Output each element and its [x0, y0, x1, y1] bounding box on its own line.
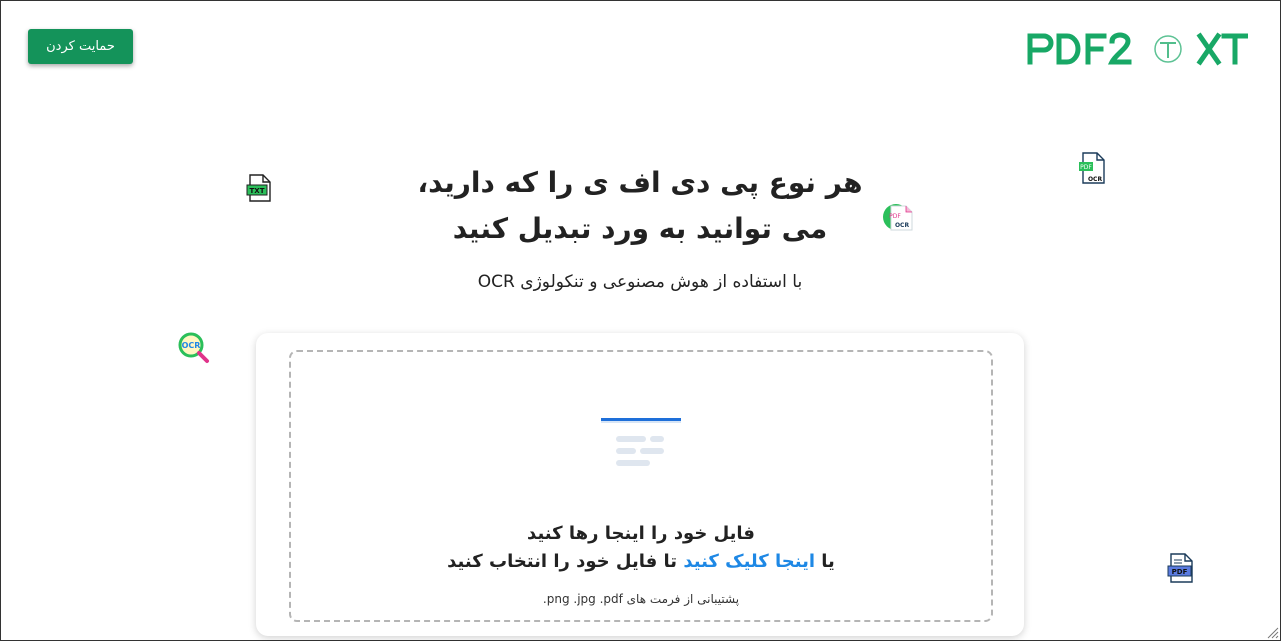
- hero-subtitle: با استفاده از هوش مصنوعی و تنکولوژی OCR: [477, 272, 803, 292]
- hero-title-line2: می توانید به ورد تبدیل کنید: [452, 212, 828, 245]
- pdf-ocr-badge-icon: PDF OCR: [883, 204, 913, 231]
- ocr-magnifier-icon: OCR: [178, 332, 209, 363]
- select-instruction: یا اینجا کلیک کنید تا فایل خود را انتخاب…: [291, 551, 991, 572]
- support-button[interactable]: حمایت کردن: [28, 29, 133, 64]
- pdf-ocr-mid-badge: PDF: [889, 213, 901, 220]
- hero-title-line1: هر نوع پی دی اف ی را که دارید،: [417, 166, 863, 199]
- pdf-ocr-top-badge: PDF: [1080, 164, 1092, 171]
- file-dropzone[interactable]: فایل خود را اینجا رها کنید یا اینجا کلیک…: [289, 350, 993, 622]
- ocr-magnifier-label: OCR: [182, 341, 201, 350]
- pdf-ocr-file-icon: PDF OCR: [1079, 152, 1105, 184]
- click-here-link[interactable]: اینجا کلیک کنید: [683, 551, 815, 572]
- pdf-icon-label: PDF: [1172, 568, 1188, 576]
- drop-instruction: فایل خود را اینجا رها کنید: [527, 523, 755, 544]
- txt-icon-label: TXT: [250, 187, 265, 195]
- hero-title: هر نوع پی دی اف ی را که دارید، می توانید…: [380, 160, 900, 252]
- pdf-file-icon: PDF: [1167, 553, 1193, 583]
- pdf2txt-logo: [1027, 32, 1248, 66]
- document-lines-icon: [601, 418, 681, 466]
- txt-file-icon: TXT: [246, 174, 271, 202]
- pdf-ocr-mid-label: OCR: [895, 222, 910, 229]
- select-suffix: تا فایل خود را انتخاب کنید: [447, 551, 684, 572]
- resize-grip-icon[interactable]: [1267, 627, 1279, 639]
- pdf-ocr-top-label: OCR: [1088, 176, 1103, 183]
- supported-formats: پشتیبانی از فرمت های png .jpg .pdf.: [542, 592, 740, 606]
- upload-card: فایل خود را اینجا رها کنید یا اینجا کلیک…: [256, 333, 1024, 636]
- select-prefix: یا: [815, 551, 835, 572]
